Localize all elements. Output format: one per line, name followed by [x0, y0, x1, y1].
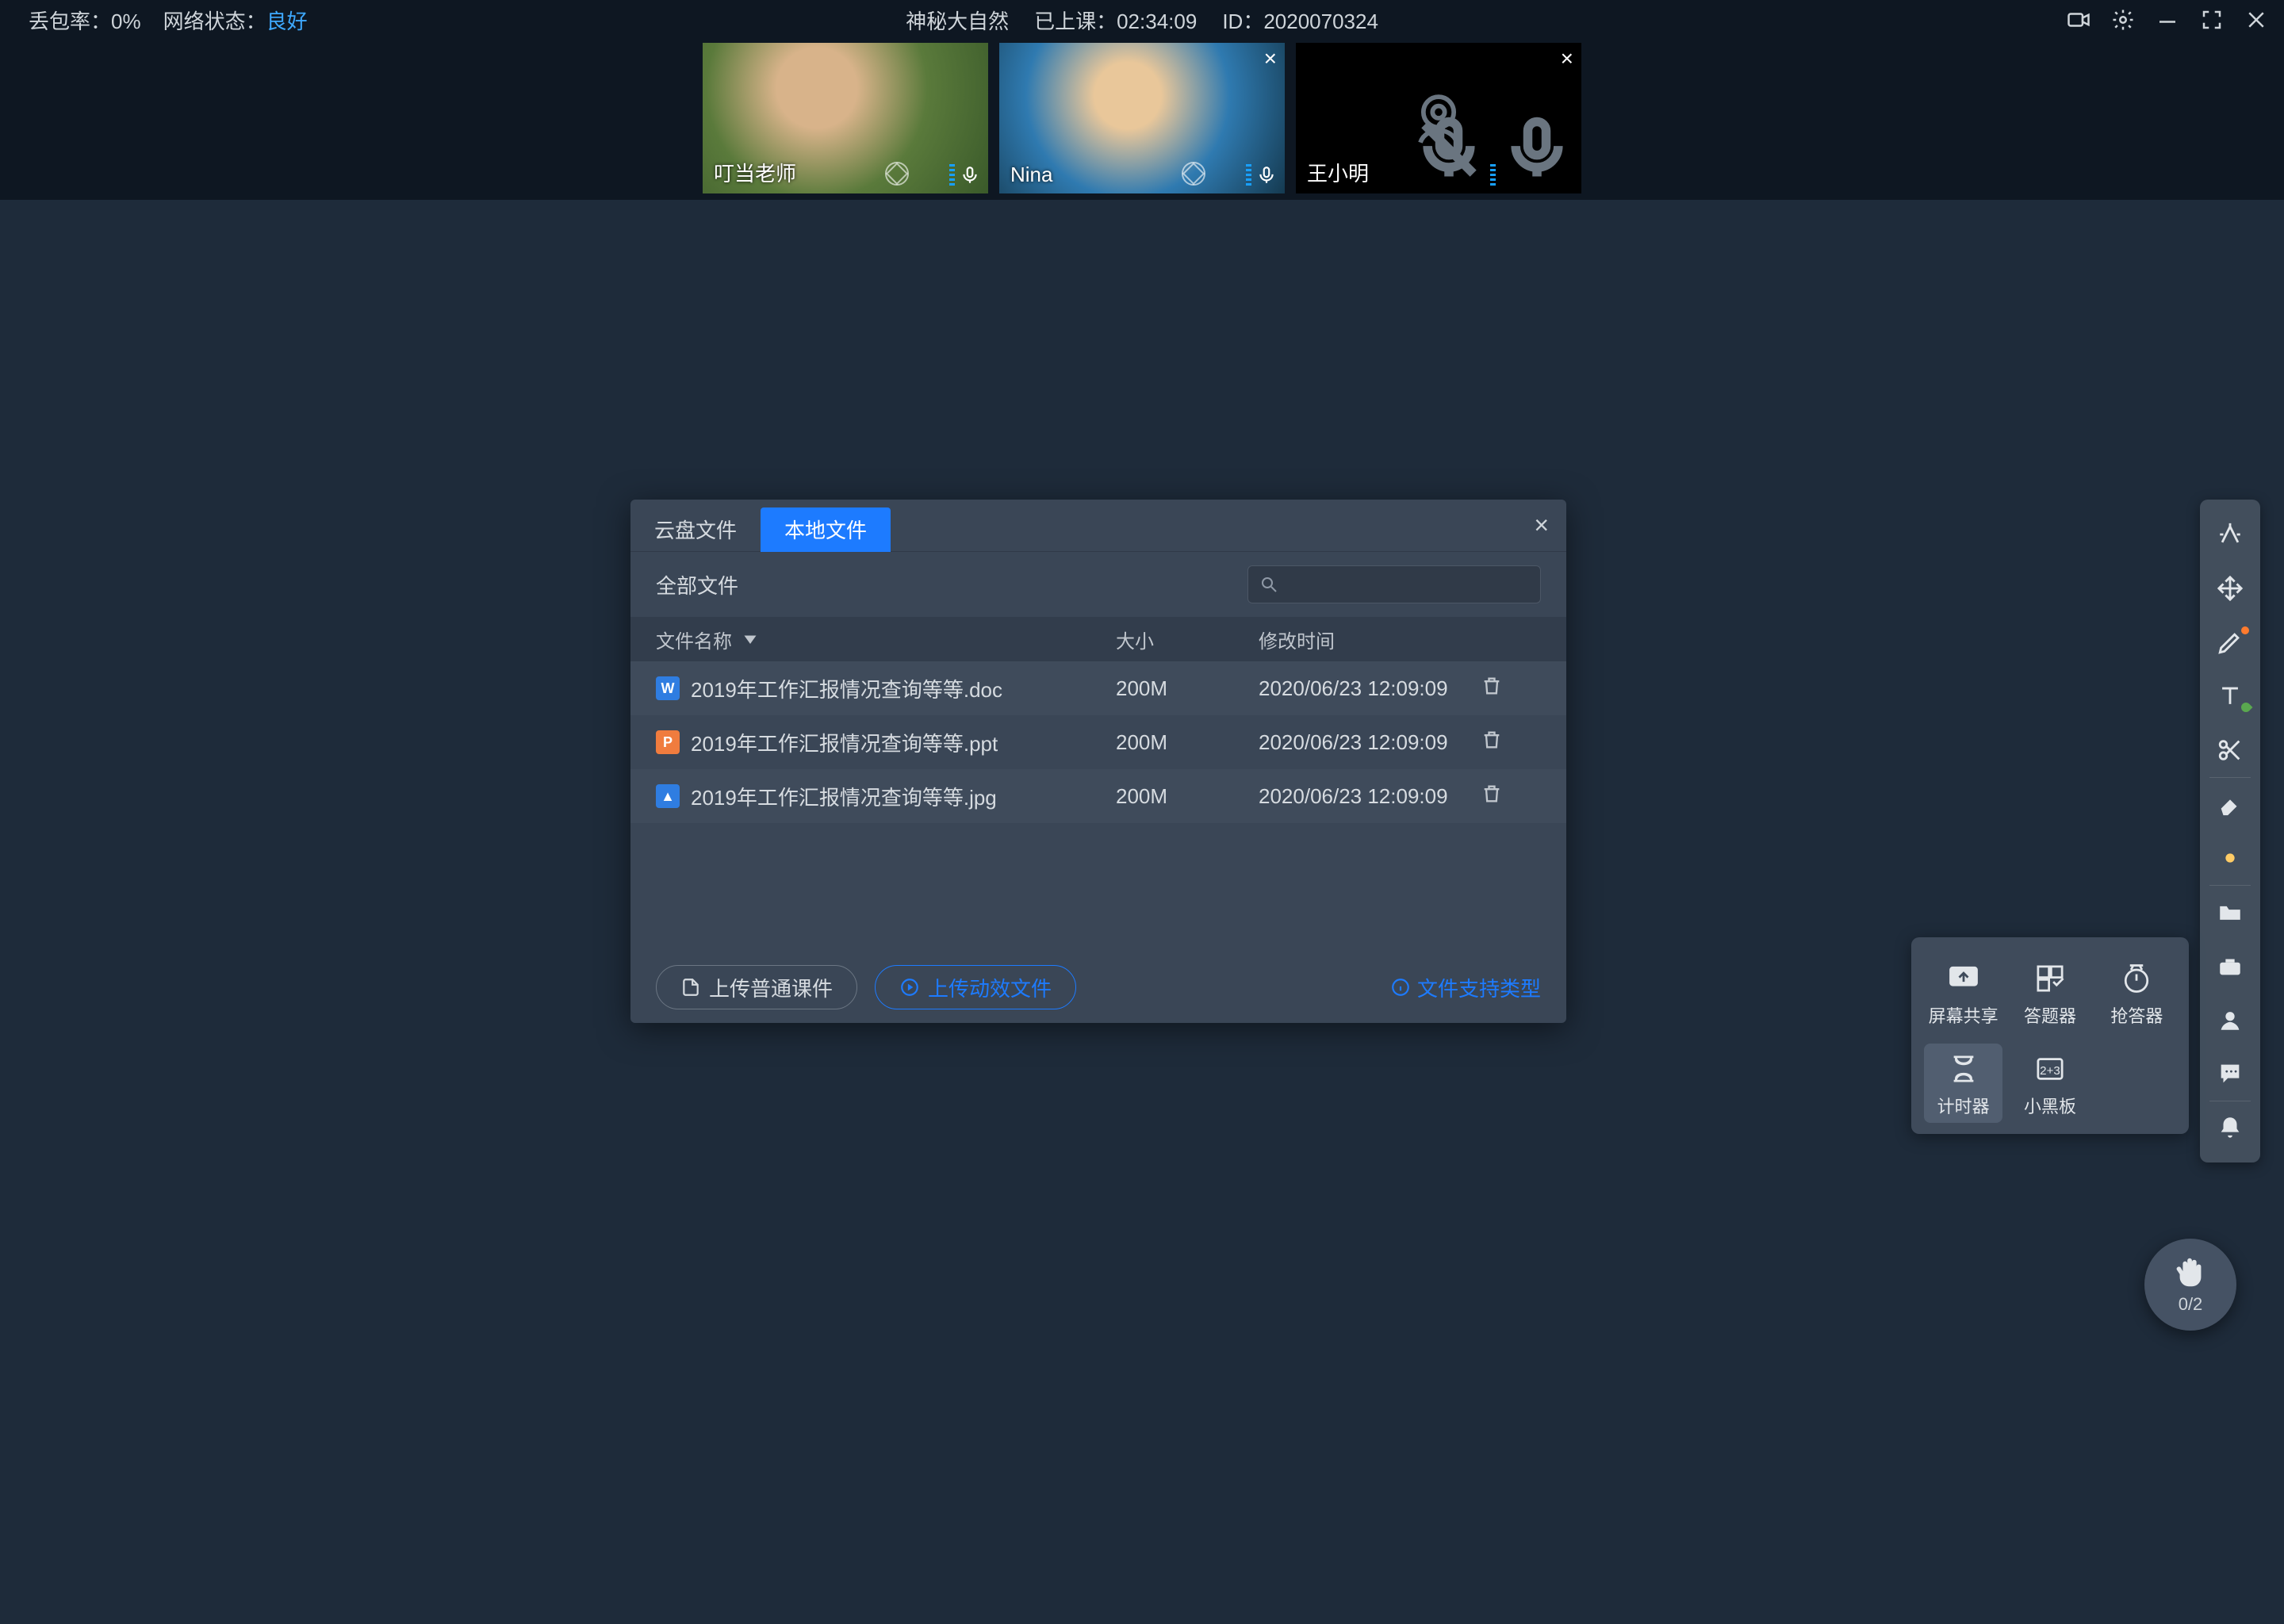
file-name: 2019年工作汇报情况查询等等.ppt [691, 728, 998, 757]
sort-desc-icon[interactable] [743, 632, 757, 646]
file-type-icon: W [656, 676, 680, 700]
class-duration: 已上课：02:34:09 [1034, 6, 1197, 35]
fullscreen-icon[interactable] [2198, 6, 2225, 33]
file-mtime: 2020/06/23 12:09:09 [1259, 676, 1481, 701]
pen-tool[interactable] [2200, 615, 2260, 669]
timer-button[interactable]: 计时器 [1924, 1044, 2002, 1123]
video-tile[interactable]: 叮当老师 [703, 43, 988, 193]
mic-icon[interactable] [960, 165, 980, 186]
toolbox-tool[interactable] [2200, 939, 2260, 993]
svg-text:2+3: 2+3 [2040, 1064, 2060, 1078]
supported-types-link[interactable]: 文件支持类型 [1390, 973, 1541, 1002]
search-icon [1259, 575, 1278, 594]
file-list: W2019年工作汇报情况查询等等.doc200M2020/06/23 12:09… [630, 661, 1566, 952]
delete-file-icon[interactable] [1481, 675, 1544, 703]
color-picker-tool[interactable] [2200, 831, 2260, 885]
close-dialog-icon[interactable]: × [1534, 511, 1549, 540]
mic-icon[interactable] [1256, 165, 1277, 186]
network-status: 网络状态：良好 [163, 6, 308, 35]
file-size: 200M [1116, 676, 1259, 701]
file-search-input[interactable] [1247, 565, 1541, 603]
move-tool[interactable] [2200, 561, 2260, 615]
participant-name: 叮当老师 [714, 158, 796, 187]
upload-animated-button[interactable]: 上传动效文件 [875, 965, 1076, 1009]
col-size[interactable]: 大小 [1116, 626, 1259, 653]
col-mtime[interactable]: 修改时间 [1259, 626, 1481, 653]
file-size: 200M [1116, 730, 1259, 755]
right-toolbar [2200, 500, 2260, 1162]
screen-share-button[interactable]: 屏幕共享 [1924, 953, 2002, 1032]
video-tile[interactable]: × 王小明 [1296, 43, 1581, 193]
answer-tool-button[interactable]: 答题器 [2010, 953, 2089, 1032]
remove-participant-icon[interactable]: × [1264, 48, 1277, 70]
raise-hand-count: 0/2 [2179, 1294, 2203, 1315]
video-tile[interactable]: × Nina [999, 43, 1285, 193]
laser-pointer-tool[interactable] [2200, 508, 2260, 561]
close-window-icon[interactable] [2243, 6, 2270, 33]
color-indicator-icon [2241, 626, 2249, 634]
top-status-bar: 丢包率：0% 网络状态：良好 神秘大自然 已上课：02:34:09 ID：202… [0, 0, 2284, 40]
settings-icon[interactable] [2110, 6, 2136, 33]
chat-tool[interactable] [2200, 1047, 2260, 1101]
room-title: 神秘大自然 [906, 6, 1009, 35]
remove-participant-icon[interactable]: × [1561, 48, 1573, 70]
file-dialog: 云盘文件 本地文件 × 全部文件 文件名称 大小 修改时间 [630, 500, 1566, 1023]
app-root: 丢包率：0% 网络状态：良好 神秘大自然 已上课：02:34:09 ID：202… [0, 0, 2284, 1624]
tab-cloud-files[interactable]: 云盘文件 [630, 508, 761, 552]
mic-icon[interactable] [1500, 113, 1573, 186]
file-row[interactable]: ▲ 2019年工作汇报情况查询等等.jpg 200M2020/06/23 12:09… [630, 769, 1566, 823]
camera-toggle-icon[interactable] [2065, 6, 2092, 33]
mic-muted-icon[interactable] [1412, 113, 1485, 186]
file-table-header: 文件名称 大小 修改时间 [630, 617, 1566, 661]
participant-name: 王小明 [1307, 158, 1369, 187]
filter-all-files[interactable]: 全部文件 [656, 570, 738, 599]
mini-board-button[interactable]: 2+3 小黑板 [2010, 1044, 2089, 1123]
text-tool[interactable] [2200, 669, 2260, 723]
file-row[interactable]: P 2019年工作汇报情况查询等等.ppt 200M2020/06/23 12:09… [630, 715, 1566, 769]
volume-level-icon [1490, 164, 1496, 186]
tab-local-files[interactable]: 本地文件 [761, 508, 891, 552]
file-size: 200M [1116, 784, 1259, 809]
race-answer-button[interactable]: 抢答器 [2098, 953, 2176, 1032]
whiteboard-stage[interactable]: 云盘文件 本地文件 × 全部文件 文件名称 大小 修改时间 [0, 200, 2284, 1624]
expand-icon[interactable] [1182, 162, 1205, 186]
upload-plain-button[interactable]: 上传普通课件 [656, 965, 857, 1009]
file-name: 2019年工作汇报情况查询等等.jpg [691, 782, 997, 811]
volume-level-icon [949, 164, 955, 186]
participants-tool[interactable] [2200, 993, 2260, 1047]
expand-icon[interactable] [885, 162, 909, 186]
volume-level-icon [1246, 164, 1251, 186]
participant-name: Nina [1010, 163, 1052, 187]
file-name: 2019年工作汇报情况查询等等.doc [691, 674, 1002, 703]
tool-panel: 屏幕共享 答题器 抢答器 计时器 2+3 小黑板 [1911, 937, 2189, 1134]
file-row[interactable]: W 2019年工作汇报情况查询等等.doc 200M2020/06/23 12:09… [630, 661, 1566, 715]
scissors-tool[interactable] [2200, 723, 2260, 777]
notification-tool[interactable] [2200, 1101, 2260, 1155]
file-mtime: 2020/06/23 12:09:09 [1259, 784, 1481, 809]
eraser-tool[interactable] [2200, 777, 2260, 831]
video-strip: 叮当老师 × Nina × 王小明 [0, 40, 2284, 200]
delete-file-icon[interactable] [1481, 729, 1544, 756]
file-mtime: 2020/06/23 12:09:09 [1259, 730, 1481, 755]
file-type-icon: ▲ [656, 784, 680, 808]
folder-tool[interactable] [2200, 885, 2260, 939]
delete-file-icon[interactable] [1481, 783, 1544, 810]
room-id: ID：2020070324 [1222, 6, 1378, 35]
minimize-icon[interactable] [2154, 6, 2181, 33]
file-type-icon: P [656, 730, 680, 754]
raise-hand-button[interactable]: 0/2 [2144, 1239, 2236, 1331]
packet-loss: 丢包率：0% [29, 6, 141, 35]
col-name[interactable]: 文件名称 [656, 626, 732, 653]
